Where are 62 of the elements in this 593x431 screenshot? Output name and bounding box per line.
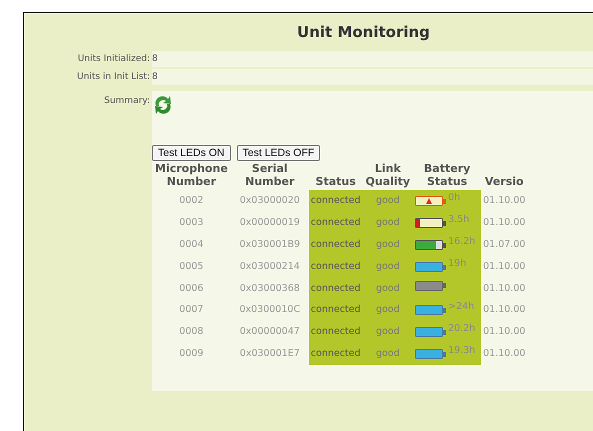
table-cell-text: 0003 [178,216,204,230]
table-cell: 01.10.00 [481,343,528,365]
page-title: Unit Monitoring [296,22,431,43]
table-cell: good [362,321,414,343]
field-value: 8 [152,72,158,82]
column-header: Versio [481,162,528,190]
table-cell: 0x03000368 [230,278,309,299]
table-cell: 01.10.00 [481,299,528,321]
table-cell-text: 0008 [178,325,204,339]
battery-hours: 19.3h [448,344,476,358]
table-cell: 0x00000019 [230,212,309,234]
table-cell: connected [308,321,363,343]
column-header: Link Quality [362,162,414,190]
table-cell: good [362,190,414,212]
table-cell: connected [308,299,363,321]
battery-hours: 3.5h [448,213,470,227]
table-cell-text: 0009 [178,347,204,361]
table-cell: good [362,212,414,234]
table-cell: good [362,343,414,365]
table-cell: 0x00000047 [230,321,309,343]
battery-hours: >24h [448,300,474,314]
table-cell-text: 0005 [178,260,204,274]
summary-label: Summary: [103,95,151,108]
column-header: Battery Status [413,162,482,190]
field-label: Units in Init List: [76,71,151,84]
table-cell: good [362,256,414,278]
test-leds-button[interactable]: Test LEDs OFF [236,145,320,161]
table-cell: connected [308,190,363,212]
field-value: 8 [152,54,158,64]
field-label: Units Initialized: [76,53,151,66]
table-cell: 01.10.00 [481,278,528,299]
battery-hours: 0h [448,191,460,205]
table-cell: 01.07.00 [481,234,528,256]
battery-hours: 20.2h [448,322,476,336]
battery-hours: 16.2h [448,235,476,249]
table-cell: 0x03000020 [230,190,309,212]
column-header: Serial Number [230,162,309,190]
table-cell-text: 0002 [178,194,204,208]
table-cell: connected [308,234,363,256]
column-header: Microphone Number [154,162,229,190]
battery-hours: 19h [448,257,466,271]
table-cell: connected [308,212,363,234]
table-cell: 0x0300010C [230,299,309,321]
table-cell: good [362,278,414,299]
table-cell-text: 0007 [178,303,204,317]
table-cell: 0x030001B9 [230,234,309,256]
table-cell: 0x03000214 [230,256,309,278]
table-cell: 01.10.00 [481,256,528,278]
table-cell: good [362,299,414,321]
table-cell: connected [308,256,363,278]
table-cell-text: 0004 [178,238,204,252]
table-cell: 01.10.00 [481,212,528,234]
table-cell: connected [308,343,363,365]
table-cell: 01.10.00 [481,321,528,343]
table-cell: connected [308,278,363,299]
table-cell-text: 0006 [178,282,204,296]
table-cell: good [362,234,414,256]
refresh-icon[interactable] [152,94,174,116]
table-cell: 01.10.00 [481,190,528,212]
test-leds-button[interactable]: Test LEDs ON [152,145,231,161]
column-header: Status [308,162,363,190]
table-cell: 0x030001E7 [230,343,309,365]
